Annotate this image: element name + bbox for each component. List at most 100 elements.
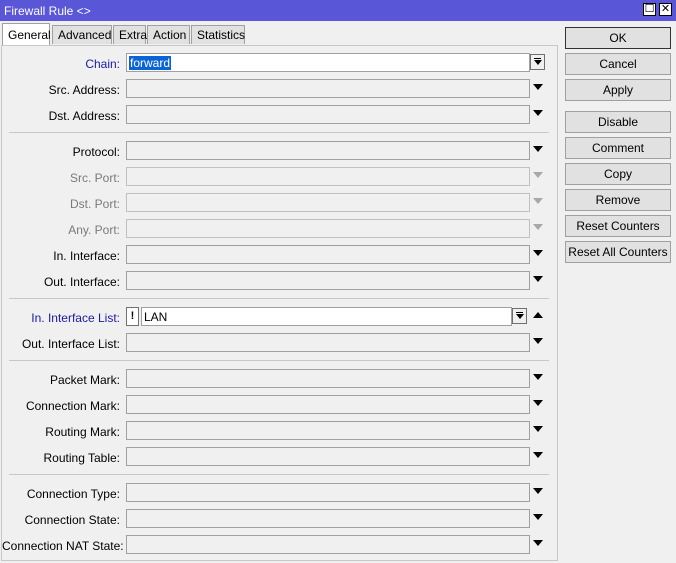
in-interface-list-input[interactable]: LAN bbox=[141, 307, 512, 326]
tab-extra[interactable]: Extra bbox=[113, 25, 147, 44]
connection-type-input[interactable] bbox=[126, 483, 530, 502]
src-address-input[interactable] bbox=[126, 79, 530, 98]
any-port-row: Any. Port: bbox=[2, 219, 558, 241]
out-interface-list-expand-icon[interactable] bbox=[533, 338, 543, 344]
connection-state-expand-icon[interactable] bbox=[533, 514, 543, 520]
dst-port-expand-icon[interactable] bbox=[533, 198, 543, 204]
connection-type-expand-icon[interactable] bbox=[533, 488, 543, 494]
out-interface-input[interactable] bbox=[126, 271, 530, 290]
connection-nat-state-row: Connection NAT State: bbox=[2, 535, 558, 557]
connection-nat-state-label: Connection NAT State: bbox=[2, 539, 124, 553]
out-interface-label: Out. Interface: bbox=[43, 275, 120, 289]
cancel-button[interactable]: Cancel bbox=[565, 53, 671, 75]
copy-button[interactable]: Copy bbox=[565, 163, 671, 185]
in-interface-expand-icon[interactable] bbox=[533, 250, 543, 256]
out-interface-list-input[interactable] bbox=[126, 333, 530, 352]
routing-table-input[interactable] bbox=[126, 447, 530, 466]
connection-mark-label: Connection Mark: bbox=[25, 399, 120, 413]
general-panel: Chain: forward Src. Address: Dst. Addres… bbox=[1, 45, 558, 561]
dst-address-input[interactable] bbox=[126, 105, 530, 124]
tab-action[interactable]: Action bbox=[147, 25, 190, 44]
connection-nat-state-expand-icon[interactable] bbox=[533, 540, 543, 546]
in-interface-list-dropdown-button[interactable] bbox=[512, 308, 527, 324]
src-address-expand-icon[interactable] bbox=[533, 84, 543, 90]
out-interface-list-label: Out. Interface List: bbox=[21, 337, 120, 351]
in-interface-list-value: LAN bbox=[144, 310, 168, 324]
connection-state-input[interactable] bbox=[126, 509, 530, 528]
dst-address-label: Dst. Address: bbox=[48, 109, 120, 123]
src-port-input[interactable] bbox=[126, 167, 530, 186]
chain-label: Chain: bbox=[85, 57, 120, 71]
chain-value: forward bbox=[129, 56, 172, 70]
dst-port-input[interactable] bbox=[126, 193, 530, 212]
separator bbox=[9, 360, 549, 361]
any-port-label: Any. Port: bbox=[68, 223, 120, 237]
separator bbox=[9, 474, 549, 475]
reset-counters-button[interactable]: Reset Counters bbox=[565, 215, 671, 237]
chain-input[interactable]: forward bbox=[126, 53, 530, 72]
title-bar[interactable]: Firewall Rule <> ☐ ✕ bbox=[0, 0, 676, 21]
protocol-expand-icon[interactable] bbox=[533, 146, 543, 152]
in-interface-input[interactable] bbox=[126, 245, 530, 264]
separator bbox=[9, 298, 549, 299]
maximize-button[interactable]: ☐ bbox=[643, 3, 656, 16]
routing-mark-label: Routing Mark: bbox=[45, 425, 120, 439]
out-interface-expand-icon[interactable] bbox=[533, 276, 543, 282]
ok-button[interactable]: OK bbox=[565, 27, 671, 49]
reset-all-counters-button[interactable]: Reset All Counters bbox=[565, 241, 671, 263]
chain-row: Chain: forward bbox=[2, 53, 558, 75]
src-port-label: Src. Port: bbox=[69, 171, 120, 185]
in-interface-list-row: In. Interface List: ! LAN bbox=[2, 307, 558, 329]
out-interface-list-row: Out. Interface List: bbox=[2, 333, 558, 355]
routing-table-label: Routing Table: bbox=[43, 451, 121, 465]
tab-advanced[interactable]: Advanced bbox=[52, 25, 112, 44]
disable-button[interactable]: Disable bbox=[565, 111, 671, 133]
packet-mark-row: Packet Mark: bbox=[2, 369, 558, 391]
separator bbox=[9, 132, 549, 133]
src-address-label: Src. Address: bbox=[48, 83, 120, 97]
any-port-expand-icon[interactable] bbox=[533, 224, 543, 230]
in-interface-list-label: In. Interface List: bbox=[31, 311, 120, 325]
routing-mark-row: Routing Mark: bbox=[2, 421, 558, 443]
protocol-row: Protocol: bbox=[2, 141, 558, 163]
close-button[interactable]: ✕ bbox=[659, 3, 672, 16]
src-address-row: Src. Address: bbox=[2, 79, 558, 101]
in-interface-list-collapse-icon[interactable] bbox=[533, 312, 543, 318]
in-interface-label: In. Interface: bbox=[53, 249, 120, 263]
connection-mark-row: Connection Mark: bbox=[2, 395, 558, 417]
window-title: Firewall Rule <> bbox=[4, 4, 91, 18]
connection-mark-input[interactable] bbox=[126, 395, 530, 414]
any-port-input[interactable] bbox=[126, 219, 530, 238]
routing-table-row: Routing Table: bbox=[2, 447, 558, 469]
dst-port-label: Dst. Port: bbox=[69, 197, 120, 211]
protocol-label: Protocol: bbox=[72, 145, 120, 159]
chain-dropdown-button[interactable] bbox=[530, 54, 545, 70]
packet-mark-input[interactable] bbox=[126, 369, 530, 388]
connection-type-label: Connection Type: bbox=[26, 487, 120, 501]
packet-mark-label: Packet Mark: bbox=[49, 373, 120, 387]
src-port-expand-icon[interactable] bbox=[533, 172, 543, 178]
routing-table-expand-icon[interactable] bbox=[533, 452, 543, 458]
connection-type-row: Connection Type: bbox=[2, 483, 558, 505]
in-interface-row: In. Interface: bbox=[2, 245, 558, 267]
tab-statistics[interactable]: Statistics bbox=[191, 25, 245, 44]
connection-mark-expand-icon[interactable] bbox=[533, 400, 543, 406]
dst-port-row: Dst. Port: bbox=[2, 193, 558, 215]
negate-toggle[interactable]: ! bbox=[126, 307, 139, 326]
packet-mark-expand-icon[interactable] bbox=[533, 374, 543, 380]
dst-address-expand-icon[interactable] bbox=[533, 110, 543, 116]
protocol-input[interactable] bbox=[126, 141, 530, 160]
tab-general[interactable]: General bbox=[2, 23, 51, 45]
connection-state-row: Connection State: bbox=[2, 509, 558, 531]
dst-address-row: Dst. Address: bbox=[2, 105, 558, 127]
comment-button[interactable]: Comment bbox=[565, 137, 671, 159]
firewall-rule-window: Firewall Rule <> ☐ ✕ General Advanced Ex… bbox=[0, 0, 676, 563]
out-interface-row: Out. Interface: bbox=[2, 271, 558, 293]
apply-button[interactable]: Apply bbox=[565, 79, 671, 101]
routing-mark-input[interactable] bbox=[126, 421, 530, 440]
connection-state-label: Connection State: bbox=[24, 513, 120, 527]
remove-button[interactable]: Remove bbox=[565, 189, 671, 211]
connection-nat-state-input[interactable] bbox=[126, 535, 530, 554]
src-port-row: Src. Port: bbox=[2, 167, 558, 189]
routing-mark-expand-icon[interactable] bbox=[533, 426, 543, 432]
